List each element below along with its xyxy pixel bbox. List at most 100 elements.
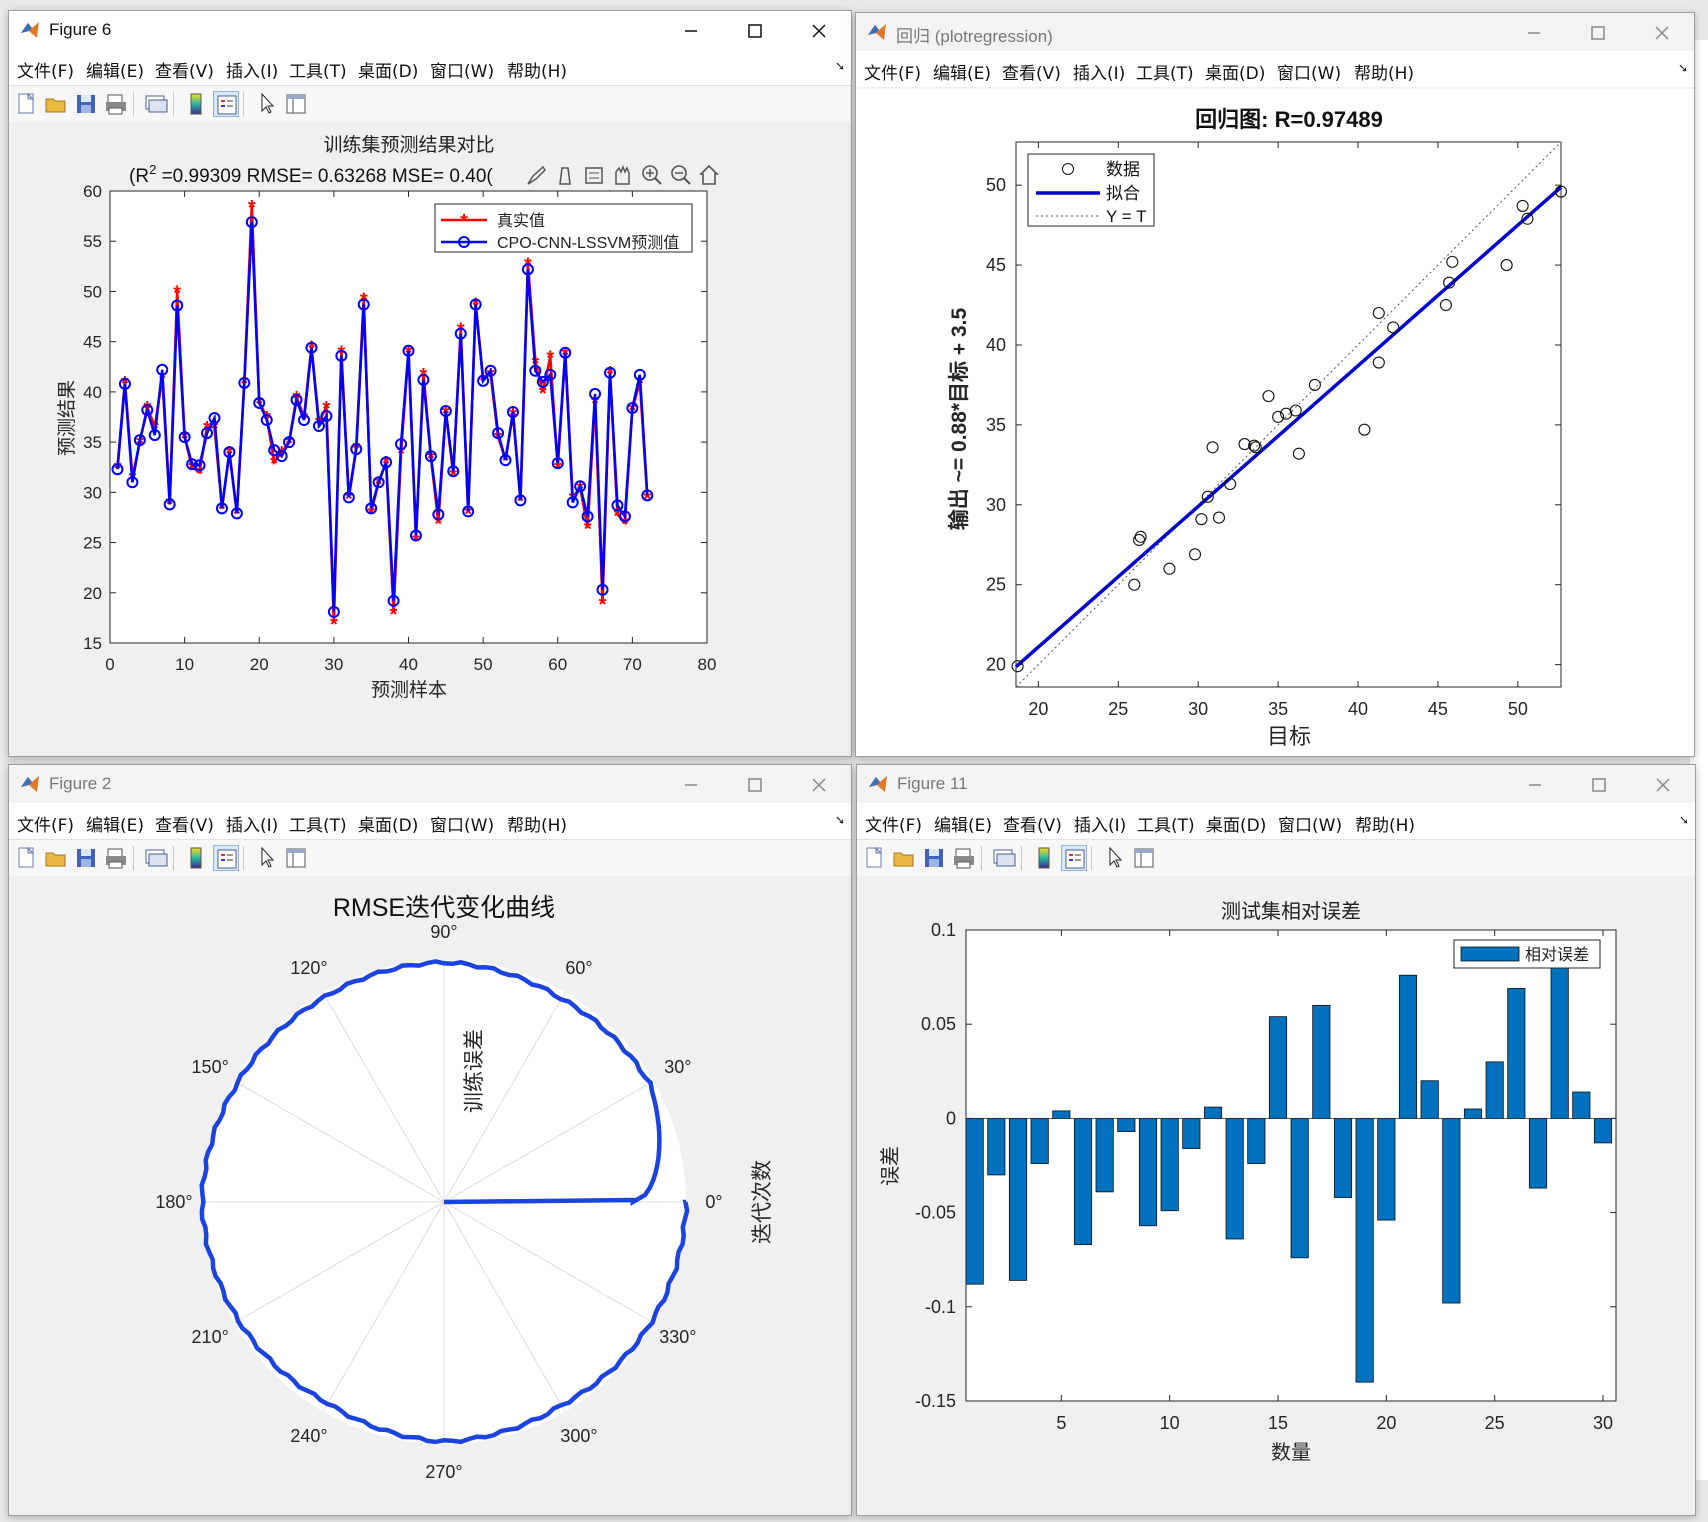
new-file-button[interactable]	[13, 845, 39, 871]
menu-item-4[interactable]: 工具(T)	[1136, 59, 1194, 84]
menu-item-2[interactable]: 查看(V)	[155, 811, 214, 836]
colorbar-button[interactable]	[183, 91, 209, 117]
save-button[interactable]	[73, 91, 99, 117]
menu-overflow-icon[interactable]: ➘	[1678, 61, 1688, 75]
data-tips-icon[interactable]	[559, 167, 571, 185]
title-bar[interactable]: Figure 6	[9, 11, 851, 49]
error-bar	[966, 1117, 984, 1285]
menu-item-7[interactable]: 帮助(H)	[1355, 811, 1415, 836]
x-tick-label: 30	[1593, 1413, 1613, 1433]
open-folder-button[interactable]	[43, 91, 69, 117]
zoom-out-icon[interactable]	[671, 165, 691, 185]
figure-11-window[interactable]: Figure 11 文件(F) 编辑(E) 查看(V) 插入(I) 工具(T) 桌面(D)…	[856, 764, 1696, 1516]
menu-item-3[interactable]: 插入(I)	[226, 811, 278, 836]
new-file-button[interactable]	[861, 845, 887, 871]
print-button[interactable]	[951, 845, 977, 871]
close-button[interactable]	[787, 11, 851, 49]
menu-item-7[interactable]: 帮助(H)	[507, 811, 567, 836]
close-button[interactable]	[787, 765, 851, 803]
pointer-button[interactable]	[253, 845, 279, 871]
toolbar-separator	[981, 846, 982, 870]
minimize-button[interactable]	[659, 765, 723, 803]
legend-button[interactable]	[213, 845, 239, 871]
menu-item-6[interactable]: 窗口(W)	[1277, 59, 1341, 84]
minimize-button[interactable]	[1503, 765, 1567, 803]
legend-marker	[1460, 946, 1520, 962]
menu-item-5[interactable]: 桌面(D)	[1206, 811, 1266, 836]
menu-item-0[interactable]: 文件(F)	[17, 57, 74, 82]
menu-item-5[interactable]: 桌面(D)	[358, 57, 418, 82]
pointer-button[interactable]	[253, 91, 279, 117]
menu-item-1[interactable]: 编辑(E)	[933, 59, 991, 84]
figure-2-window[interactable]: Figure 2 文件(F) 编辑(E) 查看(V) 插入(I) 工具(T) 桌面(D) 窗…	[8, 764, 852, 1516]
title-bar[interactable]: Figure 11	[857, 765, 1695, 803]
menu-item-7[interactable]: 帮助(H)	[1354, 59, 1414, 84]
pointer-button[interactable]	[1101, 845, 1127, 871]
link-plot-button[interactable]	[991, 845, 1017, 871]
zoom-in-icon[interactable]	[642, 165, 662, 185]
menu-item-2[interactable]: 查看(V)	[1002, 59, 1061, 84]
maximize-button[interactable]	[723, 765, 787, 803]
legend-button[interactable]	[213, 91, 239, 117]
menu-item-5[interactable]: 桌面(D)	[1205, 59, 1265, 84]
print-button[interactable]	[103, 91, 129, 117]
menu-item-2[interactable]: 查看(V)	[1003, 811, 1062, 836]
save-button[interactable]	[73, 845, 99, 871]
menu-item-6[interactable]: 窗口(W)	[1278, 811, 1342, 836]
export-icon[interactable]	[585, 167, 603, 184]
menu-item-3[interactable]: 插入(I)	[1073, 59, 1125, 84]
menu-overflow-icon[interactable]: ➘	[1679, 813, 1689, 827]
house-shape	[699, 164, 719, 185]
open-folder-button[interactable]	[43, 845, 69, 871]
legend-button[interactable]	[1061, 845, 1087, 871]
link-plot-button[interactable]	[143, 845, 169, 871]
property-editor-button[interactable]	[283, 91, 309, 117]
minimize-button[interactable]	[1502, 13, 1566, 51]
x-tick-label: 70	[623, 655, 642, 674]
menu-item-2[interactable]: 查看(V)	[155, 57, 214, 82]
menu-item-7[interactable]: 帮助(H)	[507, 57, 567, 82]
menu-item-6[interactable]: 窗口(W)	[430, 811, 494, 836]
save-button[interactable]	[921, 845, 947, 871]
link-plot-button[interactable]	[143, 91, 169, 117]
menu-item-5[interactable]: 桌面(D)	[358, 811, 418, 836]
menu-item-6[interactable]: 窗口(W)	[430, 57, 494, 82]
menu-item-4[interactable]: 工具(T)	[289, 57, 347, 82]
menu-bar: 文件(F) 编辑(E) 查看(V) 插入(I) 工具(T) 桌面(D) 窗口(W) 帮助(H)…	[857, 803, 1695, 839]
close-button[interactable]	[1631, 765, 1695, 803]
menu-item-1[interactable]: 编辑(E)	[86, 811, 144, 836]
menu-overflow-icon[interactable]: ➘	[835, 59, 845, 73]
colorbar-button[interactable]	[183, 845, 209, 871]
open-folder-button[interactable]	[891, 845, 917, 871]
close-button[interactable]	[1630, 13, 1694, 51]
home-icon[interactable]	[699, 164, 719, 185]
property-editor-button[interactable]	[283, 845, 309, 871]
brush-icon[interactable]	[527, 165, 546, 185]
pan-icon[interactable]	[615, 164, 630, 185]
menu-item-0[interactable]: 文件(F)	[865, 811, 922, 836]
menu-item-0[interactable]: 文件(F)	[864, 59, 921, 84]
maximize-button[interactable]	[723, 11, 787, 49]
title-bar[interactable]: Figure 2	[9, 765, 851, 803]
new-file-button[interactable]	[13, 91, 39, 117]
regression-window[interactable]: 回归 (plotregression) 文件(F) 编辑(E) 查看(V) 插入(I)…	[855, 12, 1695, 757]
minimize-button[interactable]	[659, 11, 723, 49]
title-bar[interactable]: 回归 (plotregression)	[856, 13, 1694, 51]
figure-canvas: 回归图: R=0.97489 20 25 30 35 40 45 50 20 25 30 35 40 45…	[856, 89, 1694, 756]
menu-item-3[interactable]: 插入(I)	[1074, 811, 1126, 836]
property-editor-button[interactable]	[1131, 845, 1157, 871]
colorbar-button[interactable]	[1031, 845, 1057, 871]
figure-6-window[interactable]: Figure 6 文件(F) 编辑(E) 查看(V) 插入(I) 工具(T) 桌面(D) 窗…	[8, 10, 852, 757]
menu-item-0[interactable]: 文件(F)	[17, 811, 74, 836]
menu-item-4[interactable]: 工具(T)	[1137, 811, 1195, 836]
open-folder-icon	[45, 98, 66, 113]
menu-item-1[interactable]: 编辑(E)	[86, 57, 144, 82]
error-bar	[1442, 1117, 1461, 1304]
menu-item-4[interactable]: 工具(T)	[289, 811, 347, 836]
menu-item-3[interactable]: 插入(I)	[226, 57, 278, 82]
maximize-button[interactable]	[1566, 13, 1630, 51]
menu-overflow-icon[interactable]: ➘	[835, 813, 845, 827]
maximize-button[interactable]	[1567, 765, 1631, 803]
menu-item-1[interactable]: 编辑(E)	[934, 811, 992, 836]
print-button[interactable]	[103, 845, 129, 871]
